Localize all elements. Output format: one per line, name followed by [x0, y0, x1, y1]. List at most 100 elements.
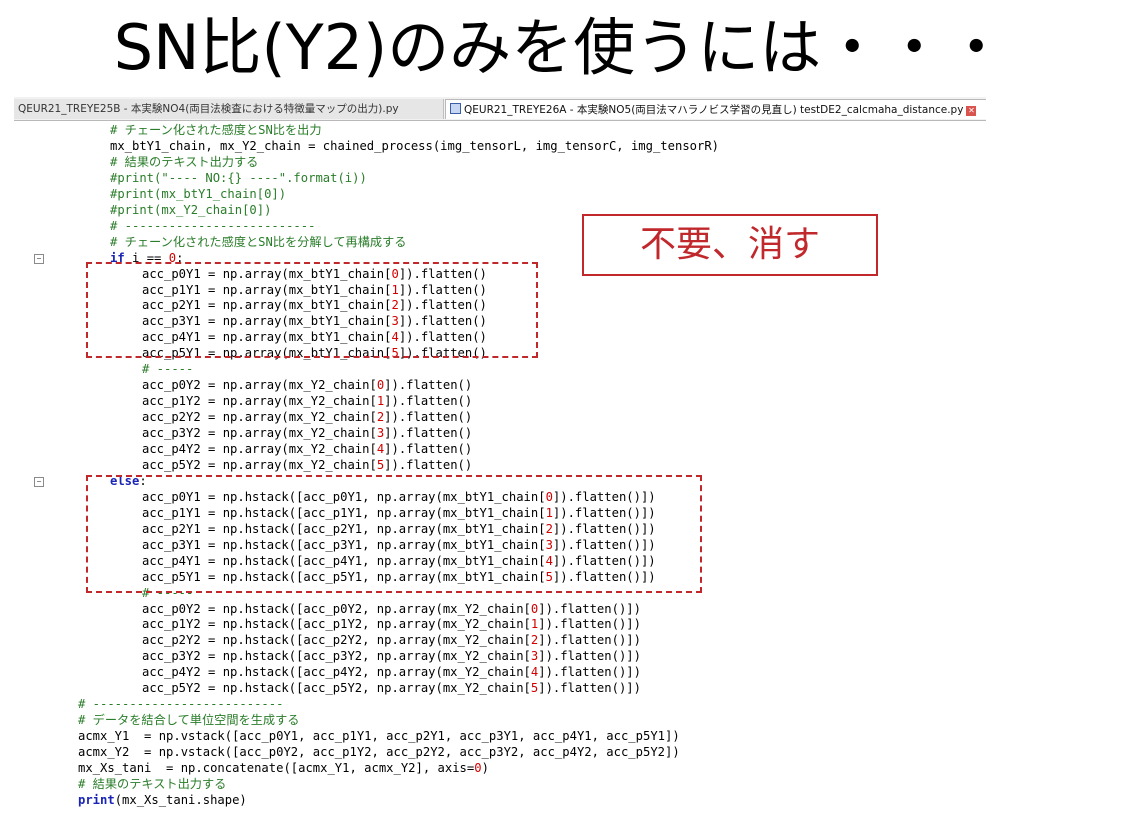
code-comment: # チェーン化された感度とSN比を分解して再構成する	[110, 234, 407, 249]
code-number: 2	[391, 298, 399, 313]
code-comment: # 結果のテキスト出力する	[78, 776, 227, 791]
code-number: 0	[168, 250, 177, 265]
code-line[interactable]: acc_p2Y1 = np.array(mx_btY1_chain[2]).fl…	[142, 297, 487, 313]
code-line[interactable]: acc_p4Y1 = np.array(mx_btY1_chain[4]).fl…	[142, 329, 487, 345]
code-line[interactable]: acc_p0Y1 = np.array(mx_btY1_chain[0]).fl…	[142, 266, 487, 282]
code-text: ]).flatten()	[384, 410, 473, 425]
code-text: acc_p3Y1 = np.hstack([acc_p3Y1, np.array…	[142, 537, 546, 552]
code-line[interactable]: acc_p3Y1 = np.hstack([acc_p3Y1, np.array…	[142, 537, 656, 553]
code-text: mx_Xs_tani = np.concatenate([acmx_Y1, ac…	[78, 761, 475, 775]
code-line[interactable]: acc_p5Y2 = np.array(mx_Y2_chain[5]).flat…	[142, 457, 472, 473]
code-number: 3	[545, 537, 553, 552]
code-area[interactable]: # チェーン化された感度とSN比を出力 mx_btY1_chain, mx_Y2_…	[14, 97, 986, 813]
code-line[interactable]: acc_p5Y1 = np.hstack([acc_p5Y1, np.array…	[142, 569, 656, 585]
code-number: 5	[391, 346, 399, 361]
code-text: ]).flatten()])	[552, 569, 656, 584]
code-line[interactable]: # -----	[142, 585, 193, 601]
code-comment: #print(mx_btY1_chain[0])	[110, 186, 287, 201]
code-number: 1	[545, 505, 553, 520]
code-line[interactable]: acc_p0Y2 = np.hstack([acc_p0Y2, np.array…	[142, 601, 641, 617]
code-line[interactable]: mx_btY1_chain, mx_Y2_chain = chained_pro…	[110, 138, 719, 154]
code-text: acc_p5Y2 = np.hstack([acc_p5Y2, np.array…	[142, 681, 531, 696]
code-line[interactable]: print(mx_Xs_tani.shape)	[78, 792, 247, 808]
code-text: acc_p4Y1 = np.array(mx_btY1_chain[	[142, 330, 392, 345]
code-comment: #print("---- NO:{} ----".format(i))	[110, 170, 367, 185]
code-text: acc_p1Y2 = np.array(mx_Y2_chain[	[142, 394, 377, 409]
code-text: acmx_Y1 = np.vstack([acc_p0Y1, acc_p1Y1,…	[78, 729, 680, 744]
code-text: ]).flatten()	[398, 266, 487, 281]
code-text: ]).flatten()])	[538, 649, 641, 664]
code-line[interactable]: # -----	[142, 361, 193, 377]
code-number: 5	[545, 569, 553, 584]
code-number: 1	[391, 282, 399, 297]
code-line[interactable]: # 結果のテキスト出力する	[110, 154, 258, 170]
code-line[interactable]: acc_p5Y2 = np.hstack([acc_p5Y2, np.array…	[142, 680, 641, 696]
code-text: ]).flatten()])	[552, 553, 656, 568]
code-text: acc_p0Y2 = np.array(mx_Y2_chain[	[142, 378, 377, 393]
code-line[interactable]: acc_p3Y2 = np.hstack([acc_p3Y2, np.array…	[142, 648, 641, 664]
code-number: 4	[545, 553, 553, 568]
code-line[interactable]: #print("---- NO:{} ----".format(i))	[110, 170, 367, 186]
code-text: acc_p1Y2 = np.hstack([acc_p1Y2, np.array…	[142, 617, 531, 632]
code-comment: #print(mx_Y2_chain[0])	[110, 202, 272, 217]
code-text: ]).flatten()])	[538, 665, 641, 680]
code-text: ]).flatten()	[398, 330, 487, 345]
code-text: )	[481, 761, 489, 775]
code-text: mx_btY1_chain, mx_Y2_chain = chained_pro…	[110, 138, 720, 153]
code-line[interactable]: acc_p0Y1 = np.hstack([acc_p0Y1, np.array…	[142, 489, 656, 505]
code-number: 4	[391, 330, 399, 345]
code-line[interactable]: # チェーン化された感度とSN比を出力	[110, 122, 322, 138]
code-line[interactable]: acc_p1Y2 = np.array(mx_Y2_chain[1]).flat…	[142, 393, 472, 409]
code-line[interactable]: acc_p3Y2 = np.array(mx_Y2_chain[3]).flat…	[142, 425, 472, 441]
code-line[interactable]: acc_p1Y1 = np.hstack([acc_p1Y1, np.array…	[142, 505, 656, 521]
code-line[interactable]: # データを結合して単位空間を生成する	[78, 712, 300, 728]
code-text: acc_p2Y2 = np.array(mx_Y2_chain[	[142, 410, 377, 425]
code-editor: QEUR21_TREYE25B - 本実験NO4(両目法検査における特徴量マップ…	[14, 97, 986, 813]
code-keyword: if	[110, 250, 125, 265]
code-text: acc_p5Y1 = np.hstack([acc_p5Y1, np.array…	[142, 569, 546, 584]
code-text: acc_p2Y1 = np.array(mx_btY1_chain[	[142, 298, 392, 313]
code-text: acc_p4Y2 = np.array(mx_Y2_chain[	[142, 442, 377, 456]
code-text: acc_p0Y1 = np.array(mx_btY1_chain[	[142, 266, 392, 281]
code-keyword: print	[78, 792, 115, 807]
code-line[interactable]: acc_p5Y1 = np.array(mx_btY1_chain[5]).fl…	[142, 345, 487, 361]
code-line[interactable]: acc_p1Y1 = np.array(mx_btY1_chain[1]).fl…	[142, 282, 487, 298]
code-line[interactable]: if i == 0:	[110, 250, 183, 266]
code-line[interactable]: acc_p4Y2 = np.hstack([acc_p4Y2, np.array…	[142, 664, 641, 680]
code-text: acc_p2Y2 = np.hstack([acc_p2Y2, np.array…	[142, 633, 531, 648]
code-text: ]).flatten()	[384, 457, 473, 472]
code-line[interactable]: else:	[110, 473, 147, 489]
code-line[interactable]: acmx_Y2 = np.vstack([acc_p0Y2, acc_p1Y2,…	[78, 744, 680, 760]
code-line[interactable]: acc_p2Y2 = np.hstack([acc_p2Y2, np.array…	[142, 632, 641, 648]
code-line[interactable]: acc_p1Y2 = np.hstack([acc_p1Y2, np.array…	[142, 616, 641, 632]
code-line[interactable]: # --------------------------	[78, 696, 283, 712]
code-line[interactable]: acc_p4Y1 = np.hstack([acc_p4Y1, np.array…	[142, 553, 656, 569]
code-text: ]).flatten()])	[552, 537, 656, 552]
code-text: ]).flatten()])	[538, 601, 641, 616]
code-line[interactable]: acc_p3Y1 = np.array(mx_btY1_chain[3]).fl…	[142, 313, 487, 329]
code-text: ]).flatten()	[398, 314, 487, 329]
annotation-note: 不要、消す	[582, 214, 878, 276]
code-text: ]).flatten()	[398, 346, 487, 361]
code-line[interactable]: acc_p4Y2 = np.array(mx_Y2_chain[4]).flat…	[142, 441, 472, 457]
code-line[interactable]: acc_p2Y2 = np.array(mx_Y2_chain[2]).flat…	[142, 409, 472, 425]
code-line[interactable]: # --------------------------	[110, 218, 315, 234]
code-text: ]).flatten()])	[538, 617, 641, 632]
code-line[interactable]: # チェーン化された感度とSN比を分解して再構成する	[110, 234, 407, 250]
code-number: 3	[391, 314, 399, 329]
code-line[interactable]: acc_p0Y2 = np.array(mx_Y2_chain[0]).flat…	[142, 377, 472, 393]
code-text: acc_p0Y1 = np.hstack([acc_p0Y1, np.array…	[142, 489, 546, 504]
code-text: ]).flatten()])	[538, 681, 641, 696]
code-text: ]).flatten()])	[552, 489, 656, 504]
code-comment: # データを結合して単位空間を生成する	[78, 713, 300, 728]
code-line[interactable]: #print(mx_btY1_chain[0])	[110, 186, 286, 202]
code-line[interactable]: #print(mx_Y2_chain[0])	[110, 202, 271, 218]
code-text: acc_p2Y1 = np.hstack([acc_p2Y1, np.array…	[142, 521, 546, 536]
code-line[interactable]: # 結果のテキスト出力する	[78, 776, 226, 792]
code-number: 0	[474, 761, 482, 775]
code-line[interactable]: mx_Xs_tani = np.concatenate([acmx_Y1, ac…	[78, 760, 489, 776]
code-line[interactable]: acc_p2Y1 = np.hstack([acc_p2Y1, np.array…	[142, 521, 656, 537]
code-text: ]).flatten()])	[538, 633, 641, 648]
code-text: acc_p5Y2 = np.array(mx_Y2_chain[	[142, 457, 377, 472]
code-line[interactable]: acmx_Y1 = np.vstack([acc_p0Y1, acc_p1Y1,…	[78, 728, 680, 744]
